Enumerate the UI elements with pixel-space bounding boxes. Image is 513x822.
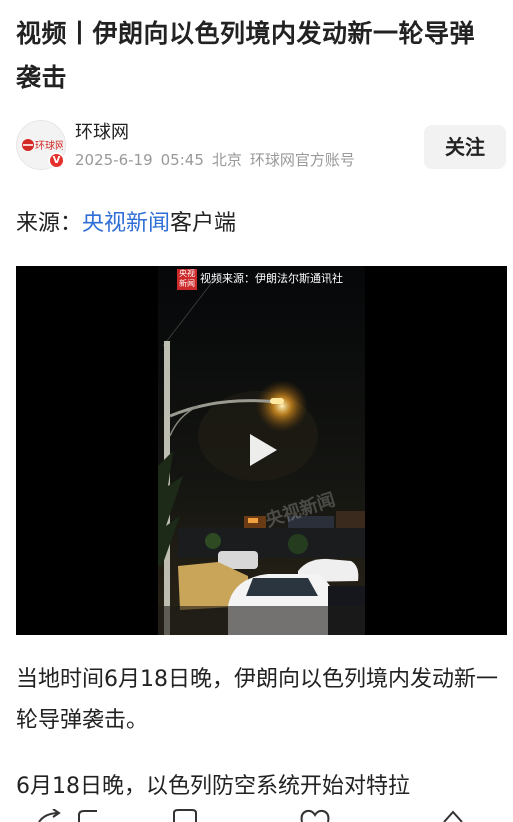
bottom-action-bar: [0, 809, 513, 822]
publish-location: 北京: [211, 151, 242, 169]
collect-icon[interactable]: [170, 809, 200, 822]
body-paragraph-2: 6月18日晚，以色列防空系统开始对特拉: [16, 774, 410, 799]
avatar-logo-text: 环球网: [35, 139, 63, 152]
source-suffix: 客户端: [170, 211, 237, 236]
publish-date: 2025-6-19: [75, 151, 153, 169]
play-icon[interactable]: [247, 432, 279, 468]
comment-icon[interactable]: [75, 809, 105, 822]
author-row: 环球网 V 环球网 2025-6-19 05:45 北京 环球网官方账号 关注: [16, 120, 506, 174]
cctv-news-logo: 央视新闻: [177, 269, 197, 290]
like-icon[interactable]: [298, 809, 332, 822]
author-avatar[interactable]: 环球网 V: [16, 120, 66, 170]
author-name[interactable]: 环球网: [75, 121, 129, 145]
video-player[interactable]: 央视新闻 视频来源：伊朗法尔斯通讯社 央视新闻: [16, 266, 507, 635]
verified-v-icon: V: [48, 152, 65, 169]
video-caption: 视频来源：伊朗法尔斯通讯社: [200, 272, 343, 285]
source-prefix: 来源：: [16, 211, 83, 236]
follow-button[interactable]: 关注: [424, 125, 506, 169]
huanqiu-logo-icon: 环球网: [22, 139, 63, 152]
article-title: 视频丨伊朗向以色列境内发动新一轮导弹袭击: [16, 19, 476, 92]
author-meta: 2025-6-19 05:45 北京 环球网官方账号: [75, 150, 363, 170]
publish-time: 05:45: [160, 151, 204, 169]
source-line: 来源：央视新闻客户端: [16, 208, 236, 240]
body-paragraph-1: 当地时间6月18日晚，伊朗向以色列境内发动新一轮导弹袭击。: [16, 667, 498, 733]
source-link[interactable]: 央视新闻: [82, 211, 170, 236]
share-icon[interactable]: [35, 809, 65, 822]
article-page: 视频丨伊朗向以色列境内发动新一轮导弹袭击 环球网 V 环球网 2025-6-19…: [0, 0, 513, 822]
more-icon[interactable]: [438, 809, 468, 822]
account-type: 环球网官方账号: [249, 151, 355, 169]
